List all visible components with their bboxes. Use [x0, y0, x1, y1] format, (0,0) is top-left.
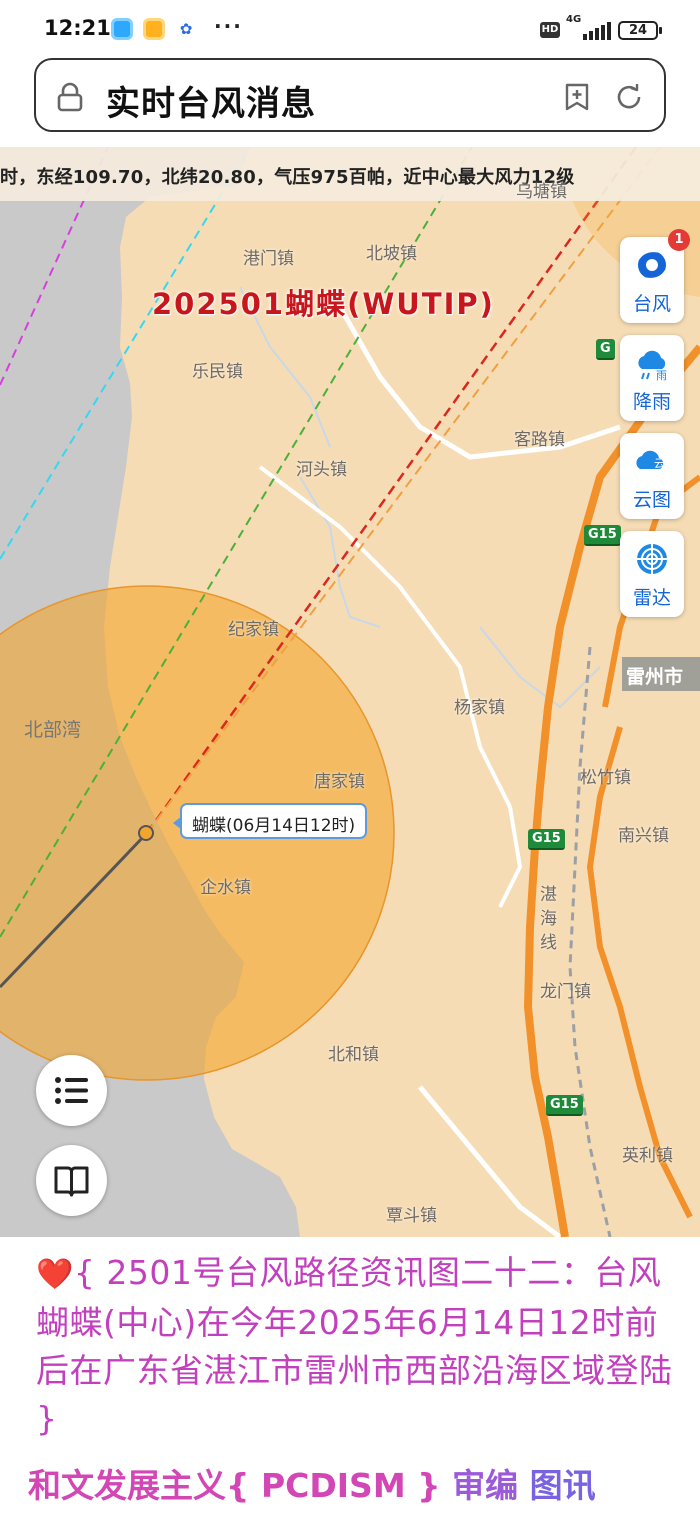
rail-label: 湛海线 — [540, 885, 557, 953]
town-label: 客路镇 — [514, 430, 565, 450]
bay-label: 北部湾 — [24, 719, 82, 741]
battery-icon: 24 — [618, 21, 662, 40]
status-time: 12:21 — [44, 16, 111, 40]
town-label: 港门镇 — [243, 249, 294, 269]
typhoon-label: 台风 — [632, 293, 671, 315]
storm-name-label: 202501蝴蝶(WUTIP) — [152, 287, 495, 321]
town-label: 龙门镇 — [540, 982, 591, 1002]
road-shield: G — [596, 339, 615, 360]
rain-cloud-icon: 雨 — [638, 350, 667, 381]
town-label: 英利镇 — [622, 1146, 673, 1166]
footer-type: 图讯 — [518, 1466, 596, 1505]
signal-icon — [583, 22, 611, 40]
town-label: 纪家镇 — [228, 620, 279, 640]
list-icon — [55, 1077, 88, 1104]
cloud-icon-text: 云 — [654, 457, 665, 470]
cloud-label: 云图 — [632, 489, 671, 511]
notification-app-icon — [143, 18, 165, 40]
town-label: 南兴镇 — [618, 826, 669, 846]
storm-info-banner: 时，东经109.70，北纬20.80，气压975百帕，近中心最大风力12级 — [0, 147, 700, 201]
rain-label: 降雨 — [632, 391, 671, 413]
storm-position-tooltip[interactable]: 蝴蝶(06月14日12时) — [172, 803, 368, 839]
typhoon-count-badge: 1 — [668, 229, 690, 251]
town-label: 北和镇 — [328, 1045, 379, 1065]
typhoon-map[interactable]: 时，东经109.70，北纬20.80，气压975百帕，近中心最大风力12级 20… — [0, 147, 700, 1237]
footer-publisher: 和文发展主义{ PCDISM } — [28, 1466, 441, 1505]
road-shield: G15 — [528, 829, 565, 850]
page-title: 实时台风消息 — [106, 84, 316, 124]
bookmark-add-icon[interactable] — [562, 82, 592, 112]
caption-text: ❤️{ 2501号台风路径资讯图二十二：台风蝴蝶(中心)在今年2025年6月14… — [36, 1249, 676, 1443]
address-bar[interactable]: 实时台风消息 — [34, 58, 666, 132]
legend-book-button[interactable] — [36, 1145, 107, 1216]
rain-icon-text: 雨 — [656, 369, 667, 381]
town-label: 北坡镇 — [366, 244, 417, 264]
heart-icon: ❤️ — [36, 1257, 74, 1292]
radar-icon — [637, 544, 667, 574]
town-label: 乌塘镇 — [516, 182, 567, 202]
refresh-icon[interactable] — [614, 82, 644, 112]
cloud-icon: 云 — [636, 450, 665, 470]
town-label: 杨家镇 — [454, 698, 505, 718]
town-label: 松竹镇 — [580, 768, 631, 788]
caption-footer: 和文发展主义{ PCDISM } 审编 图讯 — [28, 1459, 596, 1507]
typhoon-list-button[interactable] — [36, 1055, 107, 1126]
hd-icon: HD — [540, 22, 560, 38]
town-label: 企水镇 — [200, 878, 251, 898]
cloud-layer-button[interactable]: 云 云图 — [620, 433, 684, 519]
footer-editor: 审编 — [440, 1466, 519, 1505]
lock-icon — [57, 82, 83, 112]
town-label: 唐家镇 — [314, 772, 365, 792]
road-shield: G15 — [584, 525, 621, 546]
storm-center-marker — [138, 825, 154, 841]
town-label: 覃斗镇 — [386, 1206, 437, 1226]
baidu-paw-icon: ✿ — [179, 20, 193, 38]
town-label: 乐民镇 — [192, 362, 243, 382]
radar-layer-button[interactable]: 雷达 — [620, 531, 684, 617]
rain-layer-button[interactable]: 雨 降雨 — [620, 335, 684, 421]
road-shield: G15 — [546, 1095, 583, 1116]
caption-panel: ❤️{ 2501号台风路径资讯图二十二：台风蝴蝶(中心)在今年2025年6月14… — [0, 1237, 700, 1516]
town-label: 河头镇 — [296, 460, 347, 480]
more-notifications-icon: ··· — [214, 14, 243, 38]
typhoon-icon — [636, 249, 668, 281]
city-label: 雷州市 — [622, 657, 700, 691]
caption-body: { 2501号台风路径资讯图二十二：台风蝴蝶(中心)在今年2025年6月14日1… — [36, 1253, 673, 1438]
notification-app-icon — [111, 18, 133, 40]
book-icon — [54, 1166, 89, 1197]
radar-label: 雷达 — [632, 587, 671, 609]
status-bar: 12:21 ✿ ··· HD 4G 24 — [0, 0, 700, 56]
network-type: 4G — [566, 14, 582, 25]
